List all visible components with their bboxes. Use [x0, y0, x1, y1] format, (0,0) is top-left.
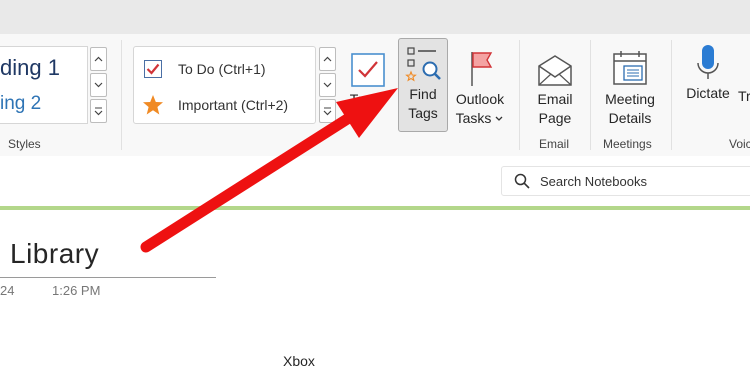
- separator: [671, 40, 672, 150]
- dictate-button[interactable]: Dictate: [680, 40, 736, 103]
- search-notebooks-input[interactable]: Search Notebooks: [501, 166, 750, 196]
- separator: [590, 40, 591, 150]
- styles-group-label: Styles: [8, 137, 41, 151]
- styles-gallery[interactable]: ding 1 ing 2: [0, 46, 88, 124]
- tags-scroll-up-button[interactable]: [319, 47, 336, 71]
- flag-icon: [465, 40, 495, 88]
- tags-group-label: T: [306, 137, 314, 151]
- find-tags-label-line1: Find: [409, 86, 437, 102]
- separator: [121, 40, 122, 150]
- email-page-label-line2: Page: [538, 110, 572, 126]
- tags-scroll-down-button[interactable]: [319, 73, 336, 97]
- email-group-label: Email: [539, 137, 570, 151]
- todo-checkbox-icon: [350, 40, 386, 88]
- meeting-details-label-line1: Meeting: [605, 91, 655, 107]
- todo-tag-button[interactable]: To Do T: [342, 40, 394, 128]
- envelope-icon: [536, 40, 574, 88]
- meetings-group-label: Meetings: [603, 137, 652, 151]
- page-title[interactable]: Library: [10, 238, 99, 270]
- styles-scroll-down-button[interactable]: [90, 73, 107, 97]
- chevron-down-icon: [495, 116, 503, 121]
- star-icon: [142, 94, 164, 116]
- section-color-bar: [0, 206, 750, 210]
- email-page-label-line1: Email: [537, 91, 573, 107]
- dictate-label: Dictate: [686, 85, 730, 101]
- outlook-tasks-button[interactable]: Outlook Tasks: [450, 40, 510, 128]
- outlook-tasks-label-line2: Tasks: [456, 109, 505, 128]
- transcribe-label-partial[interactable]: Tr: [738, 88, 750, 104]
- meeting-details-button[interactable]: Meeting Details: [598, 40, 662, 128]
- outlook-tasks-label-line1: Outlook: [455, 91, 505, 107]
- separator: [519, 40, 520, 150]
- tag-important-label: Important (Ctrl+2): [178, 97, 289, 113]
- styles-scroll-up-button[interactable]: [90, 47, 107, 71]
- styles-more-button[interactable]: [90, 99, 107, 123]
- meeting-details-label-line2: Details: [608, 110, 652, 126]
- title-underline: [0, 277, 216, 278]
- style-heading-1[interactable]: ding 1: [0, 55, 60, 81]
- page-date: 24: [0, 283, 15, 298]
- find-tags-button[interactable]: Find Tags: [398, 38, 448, 132]
- todo-tag-label-line2: T: [363, 110, 373, 126]
- todo-tag-label-line1: To Do: [349, 91, 387, 107]
- microphone-icon: [693, 40, 723, 82]
- title-strip: [0, 0, 750, 34]
- search-placeholder: Search Notebooks: [540, 173, 647, 189]
- tag-todo[interactable]: To Do (Ctrl+1): [142, 58, 266, 80]
- calendar-icon: [610, 40, 650, 88]
- voice-group-label: Voic: [729, 137, 750, 151]
- tags-more-button[interactable]: [319, 99, 336, 123]
- email-page-button[interactable]: Email Page: [528, 40, 582, 128]
- checkbox-icon: [142, 58, 164, 80]
- page-time: 1:26 PM: [52, 283, 101, 298]
- tags-gallery[interactable]: To Do (Ctrl+1) Important (Ctrl+2): [133, 46, 316, 124]
- find-tags-icon: [403, 39, 443, 83]
- style-heading-2[interactable]: ing 2: [0, 93, 41, 115]
- note-body-text[interactable]: Xbox: [283, 353, 315, 368]
- find-tags-label-line2: Tags: [408, 105, 438, 121]
- tag-important[interactable]: Important (Ctrl+2): [142, 94, 288, 116]
- search-icon: [514, 173, 530, 189]
- tag-todo-label: To Do (Ctrl+1): [178, 61, 266, 77]
